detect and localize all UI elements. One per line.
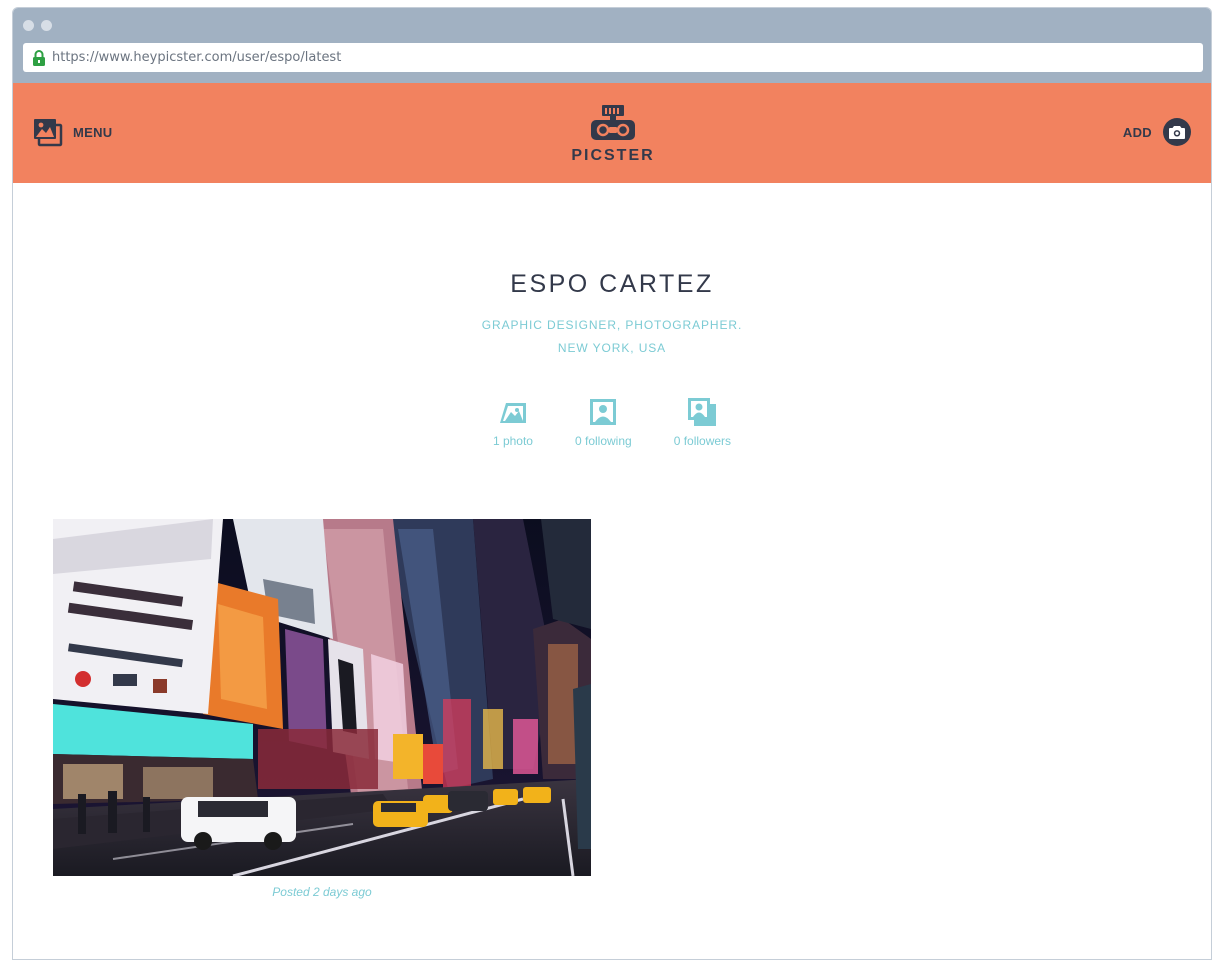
profile-name: ESPO CARTEZ	[510, 270, 714, 298]
menu-label: MENU	[73, 124, 113, 140]
camera-icon	[1163, 118, 1191, 146]
post-card: Posted 2 days ago	[53, 519, 591, 899]
add-label: ADD	[1122, 124, 1152, 140]
stat-following[interactable]: 0 following	[575, 397, 632, 448]
profile-tagline: GRAPHIC DESIGNER, PHOTOGRAPHER.	[481, 318, 743, 332]
stat-followers[interactable]: 0 followers	[674, 397, 731, 448]
stat-followers-label: 0 followers	[673, 434, 732, 448]
post-photo[interactable]	[53, 519, 591, 876]
users-icon	[688, 398, 717, 426]
profile-location: NEW YORK, USA	[557, 341, 667, 355]
brand-name: PICSTER	[571, 147, 655, 164]
photo-icon	[499, 403, 526, 423]
stat-photos[interactable]: 1 photo	[493, 397, 533, 448]
browser-chrome: https://www.heypicster.com/user/espo/lat…	[13, 8, 1211, 83]
lock-icon	[33, 49, 45, 66]
address-url[interactable]: https://www.heypicster.com/user/espo/lat…	[52, 50, 341, 65]
browser-window: https://www.heypicster.com/user/espo/lat…	[12, 7, 1212, 960]
top-nav: MENU PICSTER ADD	[13, 83, 1211, 183]
stat-photos-label: 1 photo	[492, 434, 533, 448]
window-minimize-dot[interactable]	[41, 20, 52, 31]
profile-stats: 1 photo 0 following 0 followers	[13, 397, 1211, 448]
camera-logo-icon	[591, 105, 635, 140]
picster-logo[interactable]: PICSTER	[566, 105, 660, 165]
post-timestamp: Posted 2 days ago	[272, 885, 372, 899]
photos-icon	[34, 119, 63, 147]
stat-following-label: 0 following	[574, 434, 632, 448]
address-bar[interactable]: https://www.heypicster.com/user/espo/lat…	[23, 43, 1203, 72]
menu-button[interactable]: MENU	[33, 117, 112, 147]
add-button[interactable]: ADD	[1123, 118, 1191, 146]
user-icon	[590, 399, 617, 425]
window-close-dot[interactable]	[23, 20, 34, 31]
